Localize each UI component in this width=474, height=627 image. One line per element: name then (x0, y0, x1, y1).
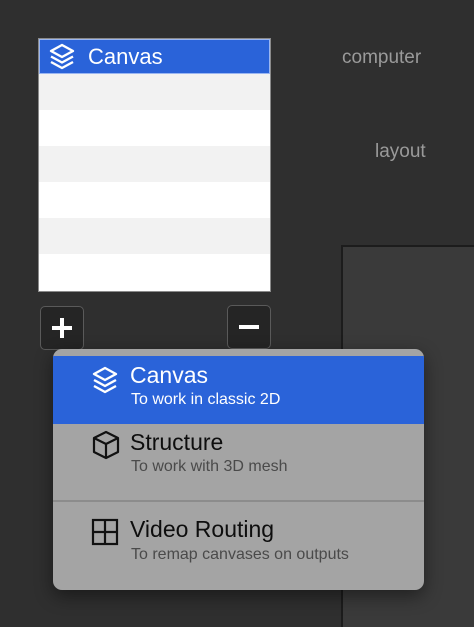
menu-item-label: Structure (130, 429, 224, 455)
menu-item-label: Video Routing (130, 516, 275, 542)
menu-separator (53, 500, 424, 502)
cube-icon (91, 430, 121, 465)
grid-icon (91, 518, 119, 551)
list-item-canvas[interactable]: Canvas (39, 39, 270, 74)
add-canvas-menu: Canvas To work in classic 2D Structure T… (53, 349, 424, 590)
add-button[interactable] (40, 306, 84, 350)
layout-label: layout (375, 141, 426, 162)
list-row (39, 182, 270, 218)
list-row (39, 254, 270, 290)
layers-icon (48, 43, 76, 71)
list-row (39, 218, 270, 254)
menu-item-description: To work with 3D mesh (131, 458, 288, 475)
layers-icon (91, 366, 119, 401)
menu-item-canvas[interactable]: Canvas To work in classic 2D (53, 356, 424, 424)
menu-item-label: Canvas (130, 362, 208, 388)
list-row (39, 74, 270, 110)
list-row (39, 110, 270, 146)
remove-button[interactable] (227, 305, 271, 349)
menu-item-description: To work in classic 2D (131, 391, 281, 408)
list-item-label: Canvas (88, 43, 163, 69)
list-row (39, 146, 270, 182)
plus-icon (52, 318, 72, 338)
computer-label: computer (342, 47, 422, 68)
menu-item-video-routing[interactable]: Video Routing To remap canvases on outpu… (53, 506, 424, 586)
menu-item-structure[interactable]: Structure To work with 3D mesh (53, 424, 424, 500)
minus-icon (239, 325, 259, 329)
canvas-list[interactable]: Canvas (38, 38, 271, 292)
menu-item-description: To remap canvases on outputs (131, 546, 349, 563)
